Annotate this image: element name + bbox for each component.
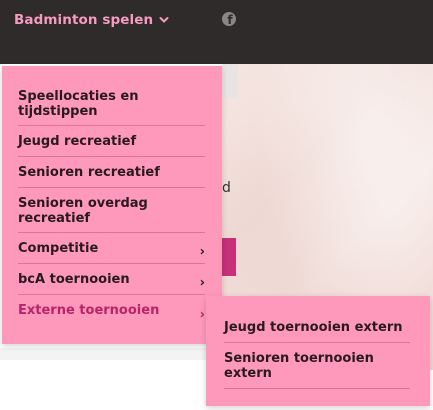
chevron-right-icon: › [199, 275, 205, 291]
chevron-down-icon [159, 17, 169, 23]
submenu-item-senioren-toernooien-extern[interactable]: Senioren toernooien extern [224, 351, 410, 389]
hero-overlay-strip [222, 64, 238, 98]
submenu-item-jeugd-toernooien-extern[interactable]: Jeugd toernooien extern [224, 320, 410, 343]
top-navigation-bar: Badminton spelen f [0, 0, 433, 64]
hero-button[interactable] [222, 238, 236, 276]
menu-item-senioren-overdag[interactable]: Senioren overdag recreatief [18, 196, 205, 233]
menu-item-bca-toernooien[interactable]: bcA toernooien › [18, 272, 205, 295]
nav-badminton-spelen[interactable]: Badminton spelen [14, 10, 169, 30]
chevron-right-icon: › [199, 307, 205, 322]
menu-item-label: Senioren overdag recreatief [18, 196, 148, 226]
menu-item-label: Jeugd recreatief [18, 134, 137, 149]
menu-item-externe-toernooien[interactable]: Externe toernooien › [18, 303, 205, 326]
menu-item-label: bcA toernooien [18, 272, 130, 287]
submenu-item-label: Senioren toernooien extern [224, 351, 374, 381]
page-content [0, 360, 206, 410]
submenu-item-label: Jeugd toernooien extern [224, 320, 403, 335]
menu-item-label: Speellocaties en tijdstippen [18, 89, 139, 119]
page-content-strip [0, 348, 206, 360]
menu-item-label: Senioren recreatief [18, 165, 160, 180]
nav-badminton-spelen-label: Badminton spelen [14, 12, 154, 28]
facebook-icon[interactable]: f [222, 12, 236, 26]
menu-item-label: Competitie [18, 241, 99, 256]
menu-item-speellocaties[interactable]: Speellocaties en tijdstippen [18, 89, 205, 126]
menu-item-label: Externe toernooien [18, 303, 160, 318]
submenu-externe-toernooien: Jeugd toernooien extern Senioren toernoo… [206, 296, 430, 406]
menu-item-senioren-recreatief[interactable]: Senioren recreatief [18, 165, 205, 188]
menu-item-competitie[interactable]: Competitie › [18, 241, 205, 264]
hero-text-fragment: d [222, 180, 231, 196]
dropdown-menu: Speellocaties en tijdstippen Jeugd recre… [2, 66, 222, 344]
chevron-right-icon: › [199, 244, 205, 260]
menu-item-jeugd-recreatief[interactable]: Jeugd recreatief [18, 134, 205, 157]
